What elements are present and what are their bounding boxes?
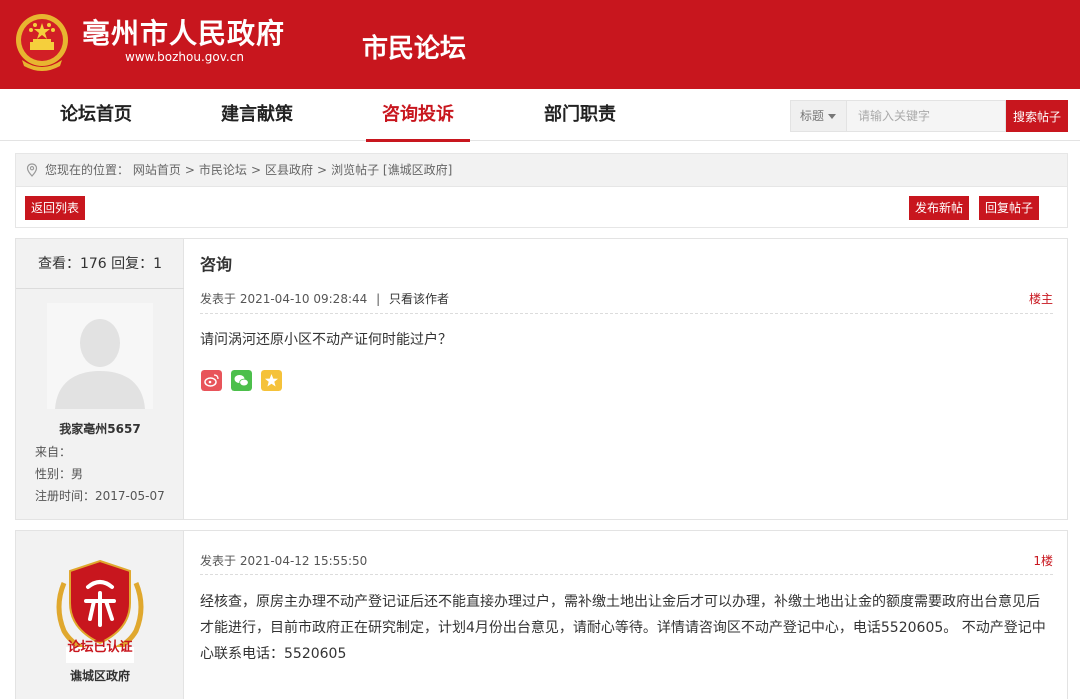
breadcrumb-item-home[interactable]: 网站首页 — [133, 163, 181, 177]
author-name[interactable]: 谯城区政府 — [16, 667, 184, 684]
post-original: 查看：176 回复：1 我家亳州5657 来自： 性别：男 注册时间：2017-… — [15, 238, 1068, 520]
divider — [200, 313, 1053, 314]
nav-dept-duties[interactable]: 部门职责 — [544, 89, 616, 141]
national-emblem-icon[interactable] — [14, 10, 70, 74]
floor-label: 楼主 — [1028, 292, 1053, 306]
breadcrumb: 您现在的位置： 网站首页 > 市民论坛 > 区县政府 > 浏览帖子 [谯城区政府] — [15, 153, 1068, 187]
author-only-link[interactable]: 只看该作者 — [389, 292, 449, 306]
post-meta: 发表于 2021-04-10 09:28:44 | 只看该作者 — [200, 290, 449, 307]
reply-post-button[interactable]: 回复帖子 — [979, 196, 1040, 220]
floor-label: 1楼 — [1033, 554, 1053, 568]
avatar[interactable] — [47, 303, 153, 409]
breadcrumb-item-current: 浏览帖子 [谯城区政府] — [331, 163, 453, 177]
post-title: 咨询 — [200, 255, 233, 274]
breadcrumb-item-county[interactable]: 区县政府 — [265, 163, 313, 177]
qzone-icon[interactable] — [261, 370, 282, 391]
site-header: 亳州市人民政府 www.bozhou.gov.cn 市民论坛 — [0, 0, 1080, 89]
certified-badge-label: 论坛已认证 — [67, 640, 133, 655]
wechat-icon[interactable] — [231, 370, 252, 391]
post-body: 经核查，原房主办理不动产登记证后还不能直接办理过户，需补缴土地出让金后才可以办理… — [200, 594, 1046, 662]
author-gender: 性别：男 — [35, 467, 84, 481]
action-bar: 返回列表 发布新帖 回复帖子 — [15, 187, 1068, 228]
post-body: 请问涡河还原小区不动产证何时能过户？ — [200, 332, 452, 348]
breadcrumb-separator: > — [317, 163, 328, 177]
divider — [200, 574, 1053, 575]
post-reply: 论坛已认证 谯城区政府 发表于 2021-04-12 15:55:50 1楼 经… — [15, 530, 1068, 699]
breadcrumb-text: 您现在的位置： 网站首页 > 市民论坛 > 区县政府 > 浏览帖子 [谯城区政府] — [45, 154, 452, 186]
back-to-list-button[interactable]: 返回列表 — [25, 196, 86, 220]
nav-consult-complain[interactable]: 咨询投诉 — [366, 89, 470, 142]
view-reply-stats: 查看：176 回复：1 — [16, 239, 184, 289]
default-avatar-icon — [47, 303, 153, 409]
weibo-icon[interactable] — [201, 370, 222, 391]
search-scope-label: 标题 — [800, 109, 825, 123]
forum-title: 市民论坛 — [362, 34, 467, 64]
site-title: 亳州市人民政府 — [82, 17, 286, 50]
search-scope-select[interactable]: 标题 — [790, 100, 847, 132]
author-registered: 注册时间：2017-05-07 — [35, 489, 165, 503]
nav-forum-home[interactable]: 论坛首页 — [60, 89, 132, 141]
author-name[interactable]: 我家亳州5657 — [16, 420, 184, 437]
author-panel: 论坛已认证 谯城区政府 — [16, 531, 184, 699]
post-content: 发表于 2021-04-12 15:55:50 1楼 经核查，原房主办理不动产登… — [184, 531, 1067, 699]
breadcrumb-item-forum[interactable]: 市民论坛 — [199, 163, 247, 177]
post-date: 发表于 2021-04-12 15:55:50 — [200, 554, 368, 568]
chevron-down-icon — [828, 114, 837, 119]
nav-suggestions[interactable]: 建言献策 — [221, 89, 293, 141]
author-from: 来自： — [35, 445, 72, 459]
meta-separator: | — [376, 292, 381, 306]
breadcrumb-prefix: 您现在的位置： — [45, 163, 130, 177]
post-date: 发表于 2021-04-10 09:28:44 — [200, 292, 368, 306]
site-url[interactable]: www.bozhou.gov.cn — [125, 50, 244, 64]
search-input[interactable] — [847, 100, 1006, 132]
author-panel: 查看：176 回复：1 我家亳州5657 来自： 性别：男 注册时间：2017-… — [16, 239, 184, 519]
location-pin-icon — [26, 163, 38, 177]
new-post-button[interactable]: 发布新帖 — [909, 196, 970, 220]
search-button[interactable]: 搜索帖子 — [1006, 100, 1068, 132]
search-bar: 标题 搜索帖子 — [790, 100, 1068, 132]
post-content: 咨询 发表于 2021-04-10 09:28:44 | 只看该作者 楼主 请问… — [184, 239, 1067, 519]
breadcrumb-separator: > — [184, 163, 195, 177]
breadcrumb-separator: > — [250, 163, 261, 177]
